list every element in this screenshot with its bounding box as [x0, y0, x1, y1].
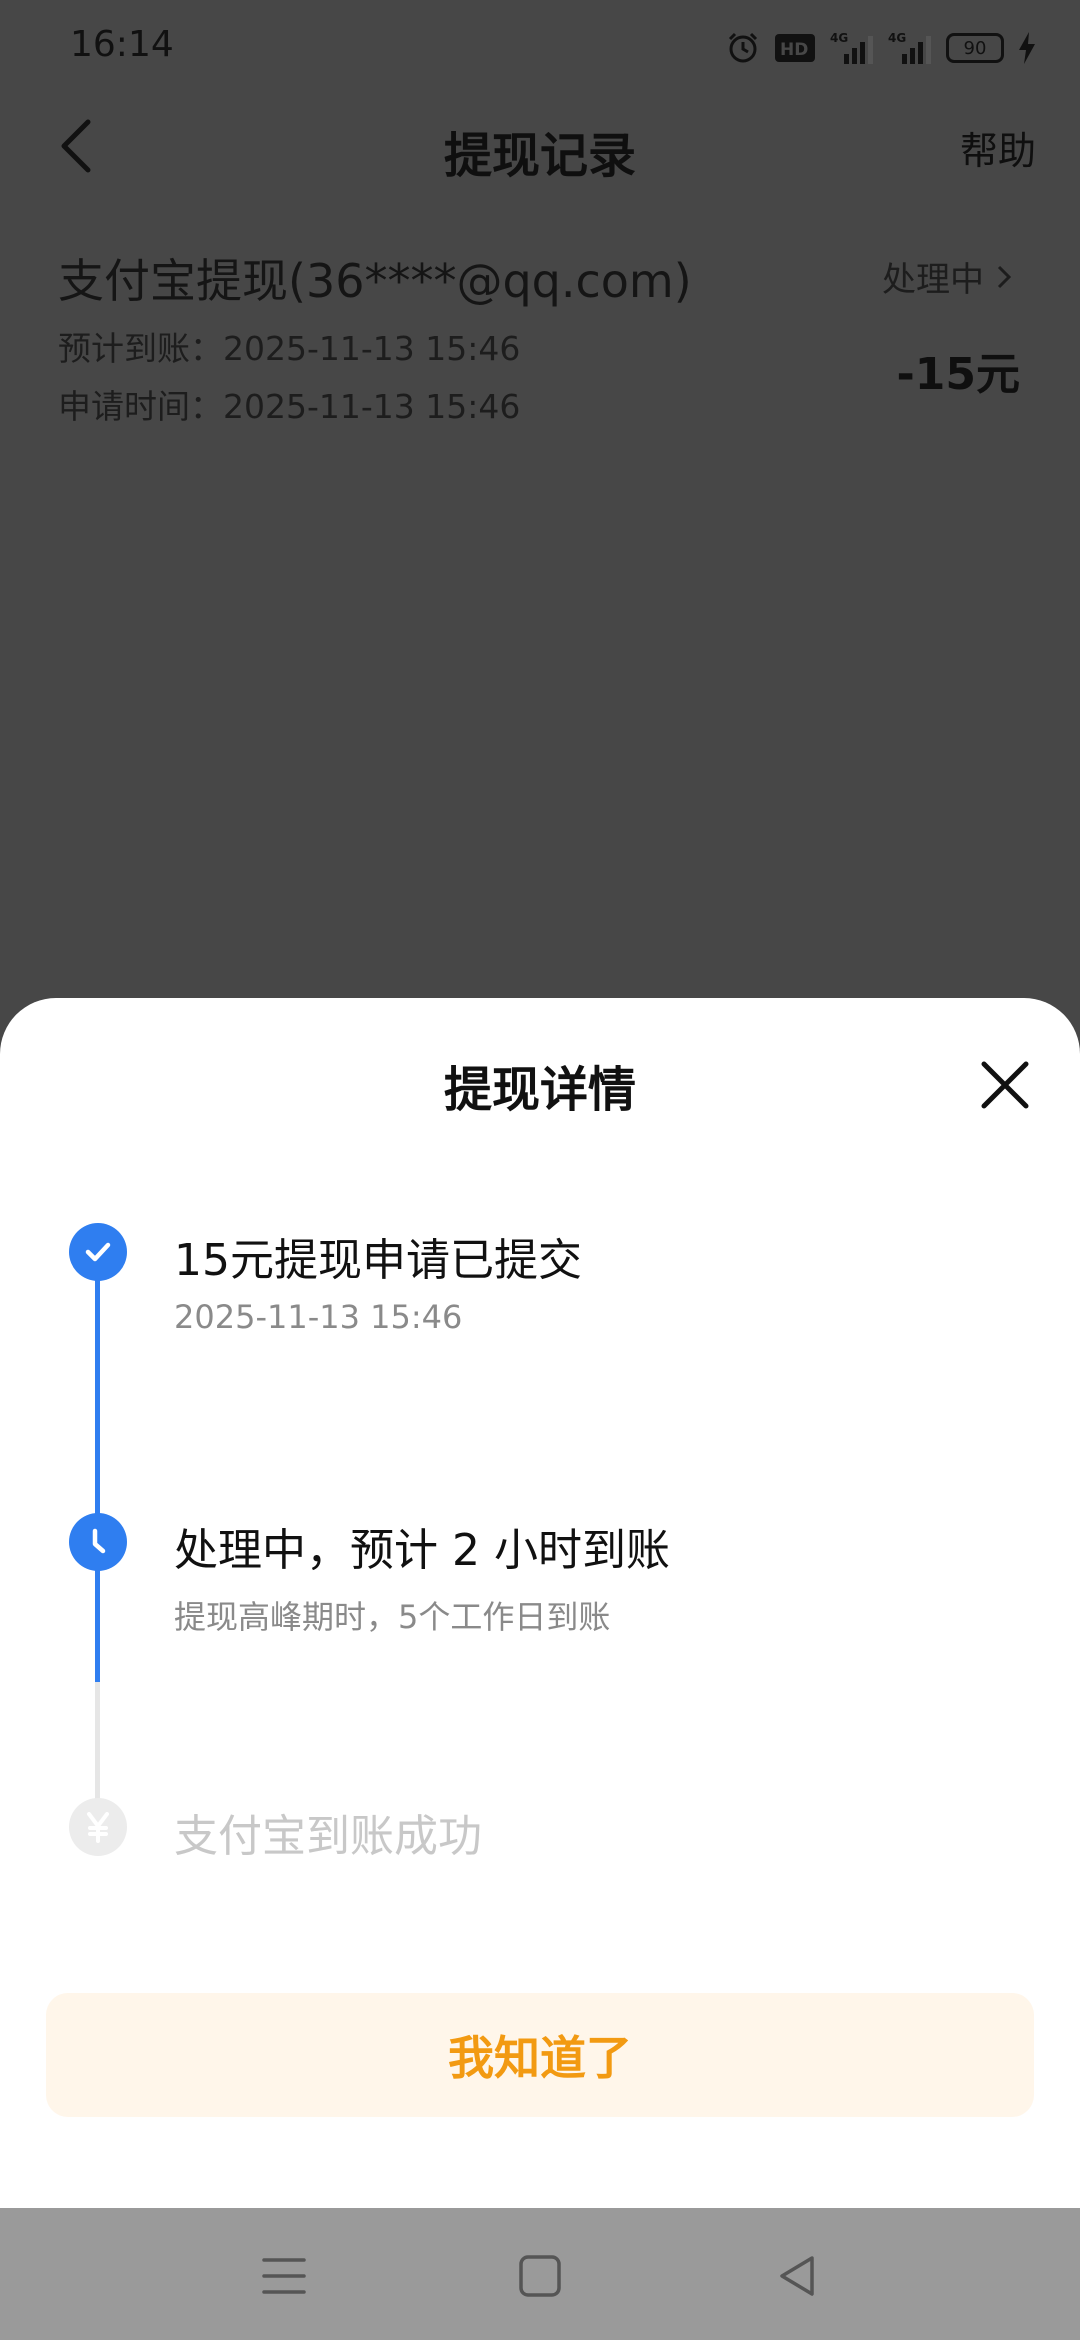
alarm-icon — [728, 32, 758, 63]
record-expected-arrival: 预计到账：2025-11-13 15:46 — [58, 329, 521, 368]
timeline-line-pending — [95, 1682, 100, 1802]
chevron-right-icon — [997, 265, 1012, 288]
signal-4g-icon: 4G — [830, 31, 873, 64]
back-icon[interactable] — [770, 2248, 826, 2304]
record-apply-time: 申请时间：2025-11-13 15:46 — [58, 387, 521, 426]
record-amount: -15元 — [896, 349, 1021, 400]
nav-bar: 提现记录 帮助 — [0, 96, 1080, 196]
status-bar: 16:14 HD 4G 4G 90 — [0, 0, 1080, 96]
check-icon — [69, 1223, 127, 1281]
home-icon[interactable] — [512, 2248, 568, 2304]
status-icons: HD 4G 4G 90 — [726, 28, 1036, 68]
step-subtitle: 提现高峰期时，5个工作日到账 — [174, 1598, 611, 1636]
help-link[interactable]: 帮助 — [960, 120, 1036, 175]
record-status-label: 处理中 — [882, 260, 984, 300]
clock-icon — [69, 1513, 127, 1571]
svg-text:4G: 4G — [888, 31, 906, 45]
yuan-icon — [69, 1798, 127, 1856]
hd-icon: HD — [775, 34, 815, 62]
menu-icon[interactable] — [256, 2248, 312, 2304]
record-status[interactable]: 处理中 — [882, 252, 1014, 301]
page-title: 提现记录 — [443, 128, 636, 184]
withdrawal-record[interactable]: 支付宝提现(36****@qq.com) 预计到账：2025-11-13 15:… — [0, 230, 1080, 430]
step-title: 处理中，预计 2 小时到账 — [174, 1525, 670, 1576]
svg-text:HD: HD — [780, 40, 808, 60]
charging-icon — [1019, 32, 1035, 64]
screen: 16:14 HD 4G 4G 90 提现记录 帮助 支付宝提现(36****@q… — [0, 0, 1080, 2340]
timeline-line-done — [95, 1252, 100, 1542]
battery-level: 90 — [963, 37, 987, 59]
step-subtitle: 2025-11-13 15:46 — [174, 1298, 463, 1336]
withdrawal-detail-sheet: 提现详情 15元提现申请已提交 2025-11-13 15:46 处理中，预计 … — [0, 998, 1080, 2208]
svg-text:4G: 4G — [830, 31, 848, 45]
ok-button[interactable]: 我知道了 — [46, 1993, 1034, 2117]
system-nav-bar — [0, 2208, 1080, 2340]
signal-4g-icon: 4G — [888, 31, 931, 64]
step-title: 支付宝到账成功 — [174, 1811, 482, 1862]
step-title: 15元提现申请已提交 — [174, 1235, 582, 1286]
status-time: 16:14 — [70, 24, 174, 65]
record-title: 支付宝提现(36****@qq.com) — [58, 254, 692, 308]
battery-icon: 90 — [946, 33, 1004, 63]
